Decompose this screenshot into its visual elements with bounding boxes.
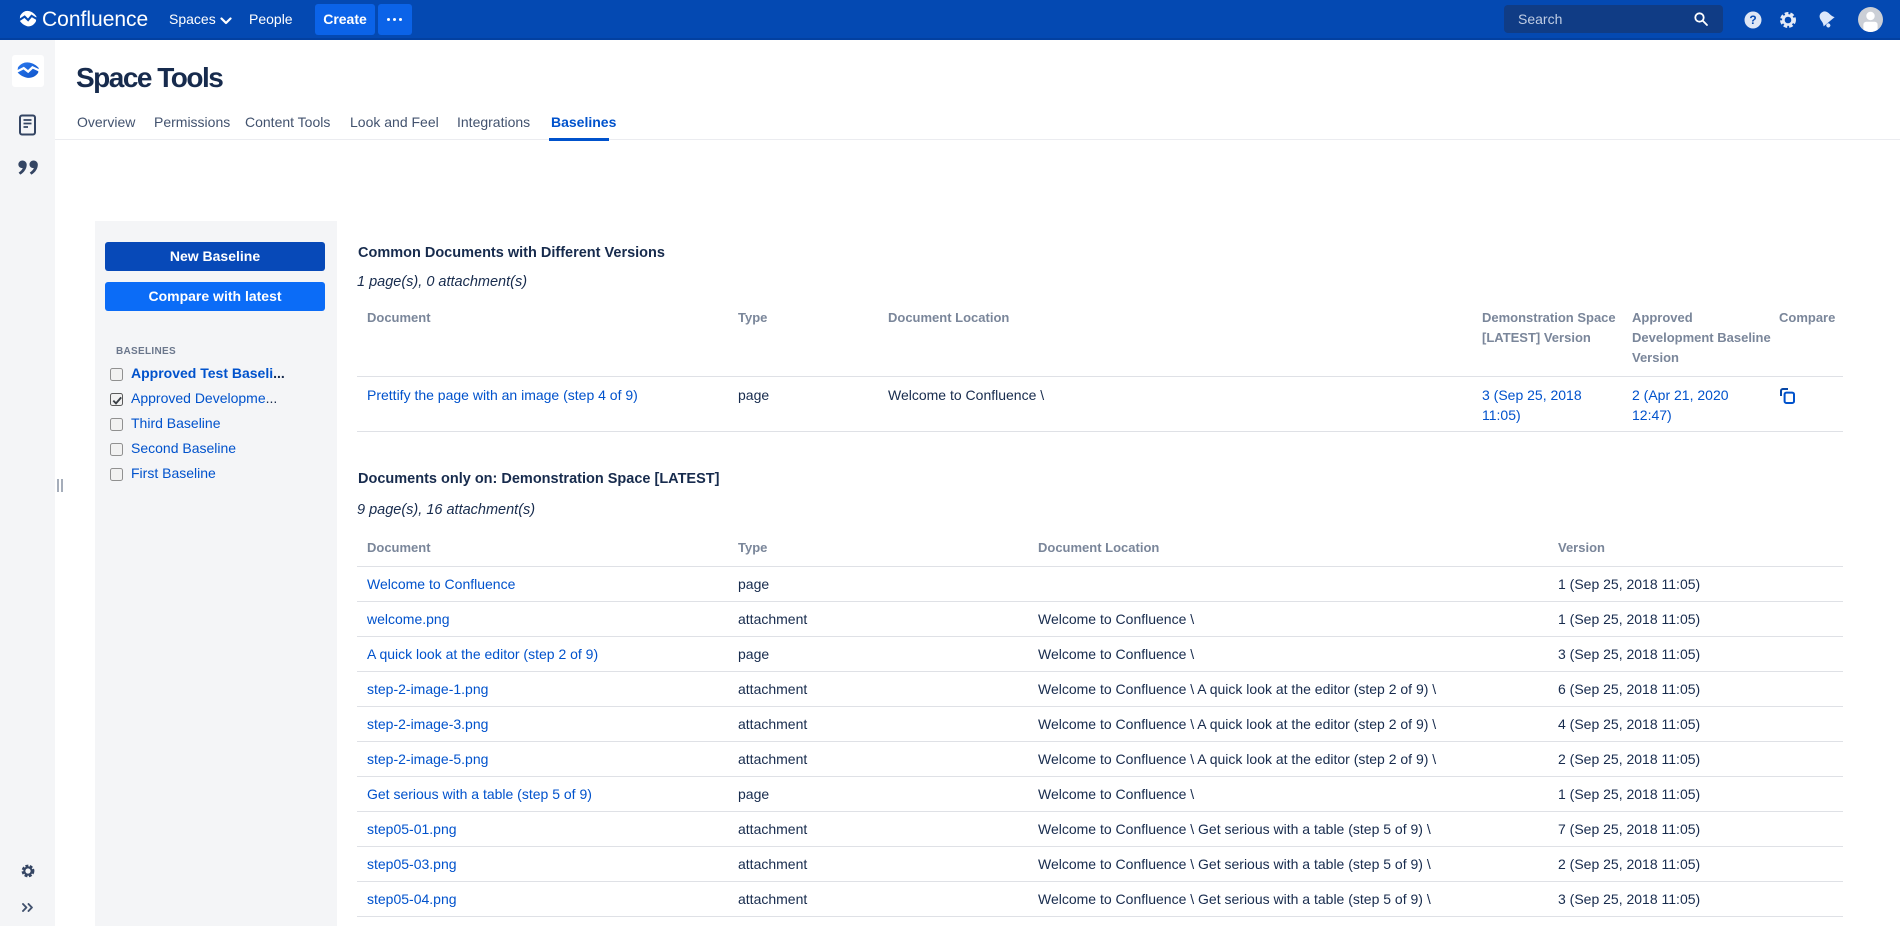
svg-text:?: ? bbox=[1749, 13, 1756, 27]
